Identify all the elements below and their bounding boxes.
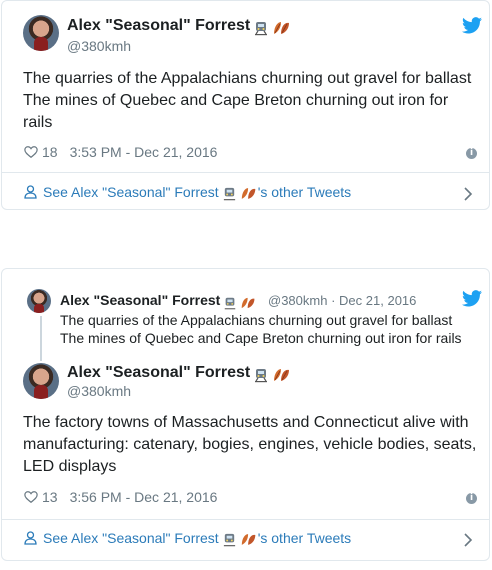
author-name[interactable]: Alex "Seasonal" Forrest — [67, 364, 292, 384]
info-icon[interactable]: i — [466, 148, 477, 159]
chevron-right-icon[interactable] — [463, 532, 473, 548]
quoted-date[interactable]: Dec 21, 2016 — [339, 293, 416, 308]
twitter-bird-icon[interactable] — [462, 17, 482, 34]
avatar[interactable] — [23, 15, 59, 51]
author-name[interactable]: Alex "Seasonal" Forrest — [67, 17, 292, 37]
like-count[interactable]: 18 — [42, 144, 58, 160]
quoted-author-handle[interactable]: @380kmh — [268, 293, 327, 308]
quoted-meta: @380kmh · Dec 21, 2016 — [268, 293, 416, 308]
divider — [2, 172, 489, 173]
tweet-meta: 13 3:56 PM - Dec 21, 2016 — [24, 489, 217, 505]
author-handle[interactable]: @380kmh — [67, 383, 131, 399]
twitter-bird-icon[interactable] — [462, 290, 482, 307]
avatar[interactable] — [23, 363, 59, 399]
person-icon — [24, 185, 37, 200]
separator-dot: · — [331, 293, 336, 308]
leaves-emoji-icon — [240, 530, 258, 547]
train-emoji-icon — [222, 184, 237, 201]
person-icon — [24, 531, 37, 546]
leaves-emoji-icon — [272, 366, 292, 384]
tweet-meta: 18 3:53 PM - Dec 21, 2016 — [24, 144, 217, 160]
see-other-tweets-link[interactable]: See Alex "Seasonal" Forrest 's other Twe… — [24, 184, 351, 201]
divider — [2, 519, 489, 520]
train-emoji-icon — [222, 530, 237, 547]
tweet-card: Alex "Seasonal" Forrest @380kmh The quar… — [1, 0, 490, 210]
tweet-text: The factory towns of Massachusetts and C… — [23, 414, 477, 475]
train-emoji-icon — [223, 294, 237, 310]
quoted-tweet-text: The quarries of the Appalachians churnin… — [60, 312, 462, 346]
heart-icon[interactable] — [24, 145, 38, 159]
like-count[interactable]: 13 — [42, 489, 58, 505]
tweet-card: Alex "Seasonal" Forrest @380kmh · Dec 21… — [1, 268, 490, 561]
timestamp[interactable]: 3:56 PM - Dec 21, 2016 — [70, 489, 218, 505]
quoted-avatar[interactable] — [27, 289, 51, 313]
train-emoji-icon — [253, 19, 269, 37]
leaves-emoji-icon — [240, 294, 257, 310]
thread-line — [40, 316, 42, 361]
leaves-emoji-icon — [240, 184, 258, 201]
info-icon[interactable]: i — [466, 493, 477, 504]
leaves-emoji-icon — [272, 19, 292, 37]
tweet-text: The quarries of the Appalachians churnin… — [23, 70, 472, 131]
train-emoji-icon — [253, 366, 269, 384]
chevron-right-icon[interactable] — [463, 186, 473, 202]
heart-icon[interactable] — [24, 490, 38, 504]
see-other-tweets-link[interactable]: See Alex "Seasonal" Forrest 's other Twe… — [24, 530, 351, 547]
quoted-author-name[interactable]: Alex "Seasonal" Forrest — [60, 292, 257, 310]
author-handle[interactable]: @380kmh — [67, 38, 131, 54]
timestamp[interactable]: 3:53 PM - Dec 21, 2016 — [70, 144, 218, 160]
